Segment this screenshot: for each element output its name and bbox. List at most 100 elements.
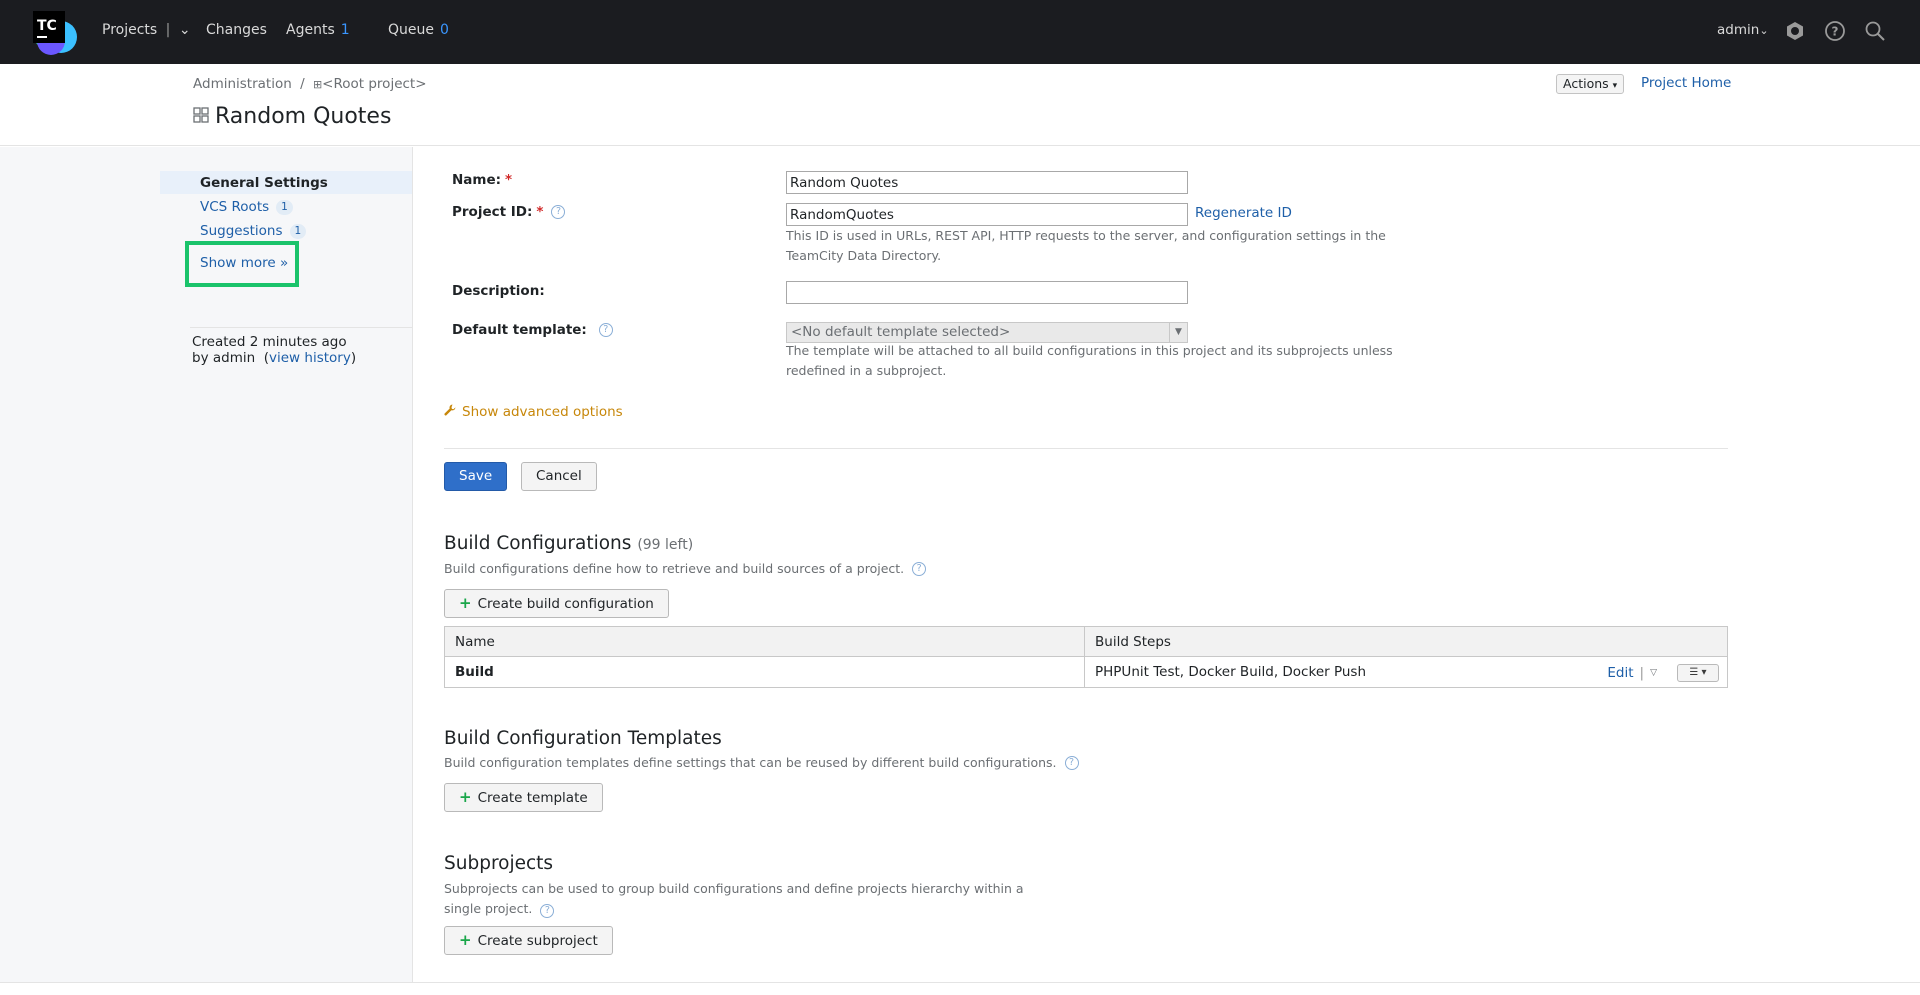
build-steps-cell: PHPUnit Test, Docker Build, Docker Push … — [1084, 656, 1728, 688]
project-id-label-text: Project ID: — [452, 204, 533, 220]
create-build-configuration-button[interactable]: + Create build configuration — [444, 589, 669, 618]
subprojects-description: Subprojects can be used to group build c… — [444, 879, 1044, 919]
build-steps-text: PHPUnit Test, Docker Build, Docker Push — [1095, 664, 1367, 680]
vcs-roots-count-badge: 1 — [276, 199, 293, 215]
caret-down-icon: ▾ — [1612, 81, 1618, 91]
build-configurations-table: Name Build Steps Build PHPUnit Test, Doc… — [444, 626, 1728, 688]
chevron-down-icon: ⌄ — [1759, 24, 1769, 37]
user-menu[interactable]: admin⌄ — [1717, 22, 1769, 38]
nav-changes[interactable]: Changes — [206, 22, 267, 38]
description-label: Description: — [452, 283, 545, 299]
column-header-build-steps: Build Steps — [1084, 626, 1728, 657]
nav-queue[interactable]: Queue 0 — [388, 22, 449, 38]
top-navigation-bar: TC Projects | ⌄ Changes Agents 1 Queue 0 a… — [0, 0, 1920, 64]
administration-gear-icon[interactable] — [1784, 20, 1806, 42]
chevron-down-icon[interactable]: ⌄ — [179, 22, 191, 38]
templates-desc-text: Build configuration templates define set… — [444, 755, 1057, 770]
suggestions-count-badge: 1 — [289, 223, 307, 239]
separator: | — [1639, 665, 1645, 681]
create-template-label: Create template — [477, 790, 588, 806]
default-template-hint: The template will be attached to all bui… — [786, 343, 1393, 378]
sidebar-item-general-settings[interactable]: General Settings — [200, 175, 328, 191]
project-home-link[interactable]: Project Home — [1641, 75, 1731, 91]
description-input[interactable] — [786, 281, 1188, 304]
name-input[interactable] — [786, 171, 1188, 194]
row-actions: Edit | ▽ ☰ ▾ — [1607, 664, 1719, 682]
created-by: by admin — [192, 350, 256, 366]
breadcrumb-separator: / — [300, 76, 305, 92]
list-menu-icon[interactable]: ☰ ▾ — [1677, 664, 1719, 682]
edit-dropdown-icon[interactable]: ▽ — [1650, 668, 1657, 678]
help-icon[interactable]: ? — [912, 561, 927, 576]
default-template-select[interactable]: <No default template selected> ▼ — [786, 322, 1188, 343]
project-grid-icon — [193, 104, 209, 129]
build-configurations-title-text: Build Configurations — [444, 533, 632, 554]
build-config-name[interactable]: Build — [444, 656, 1085, 688]
help-icon[interactable]: ? — [540, 904, 555, 918]
table-header-row: Name Build Steps — [444, 626, 1728, 657]
regenerate-id-link[interactable]: Regenerate ID — [1195, 205, 1292, 221]
plus-icon: + — [459, 931, 472, 949]
nav-projects[interactable]: Projects | ⌄ — [102, 22, 191, 38]
sidebar-item-suggestions[interactable]: Suggestions 1 — [200, 223, 307, 239]
dropdown-arrow-icon: ▼ — [1169, 323, 1187, 342]
sidebar-show-more-link[interactable]: Show more » — [200, 255, 288, 271]
templates-description: Build configuration templates define set… — [444, 755, 1079, 770]
actions-label: Actions — [1563, 76, 1609, 91]
sidebar-item-vcs-roots[interactable]: VCS Roots 1 — [200, 199, 293, 215]
help-icon[interactable]: ? — [1064, 755, 1079, 770]
required-mark: * — [536, 204, 544, 220]
cancel-button[interactable]: Cancel — [521, 462, 597, 491]
plus-icon: + — [459, 788, 472, 806]
show-advanced-options-link[interactable]: Show advanced options — [444, 404, 623, 420]
show-more-label: Show more » — [200, 255, 289, 271]
page-title: Random Quotes — [193, 104, 391, 129]
subprojects-title: Subprojects — [444, 853, 554, 874]
page-title-text: Random Quotes — [215, 104, 392, 129]
svg-text:?: ? — [1832, 25, 1839, 39]
nav-agents[interactable]: Agents 1 — [286, 22, 350, 38]
nav-projects-label: Projects — [102, 22, 158, 38]
required-mark: * — [505, 172, 513, 188]
created-info: Created 2 minutes ago by admin (view his… — [192, 334, 357, 366]
nav-queue-label: Queue — [388, 22, 434, 38]
sidebar-item-label: General Settings — [200, 175, 328, 191]
form-divider — [444, 448, 1728, 449]
wrench-icon — [444, 404, 456, 420]
breadcrumb-root-project[interactable]: <Root project> — [322, 76, 426, 92]
sidebar-divider — [190, 327, 412, 328]
project-id-label: Project ID: *? — [452, 204, 566, 220]
create-template-button[interactable]: + Create template — [444, 783, 603, 812]
build-configurations-description: Build configurations define how to retri… — [444, 561, 927, 576]
build-configurations-left: (99 left) — [637, 537, 694, 553]
name-label-text: Name: — [452, 172, 502, 188]
queue-count: 0 — [440, 22, 449, 38]
sidebar-item-label: VCS Roots — [200, 199, 270, 215]
create-subproject-button[interactable]: + Create subproject — [444, 926, 613, 955]
plus-icon: + — [459, 594, 472, 612]
subprojects-desc-text: Subprojects can be used to group build c… — [444, 881, 1024, 916]
created-time: Created 2 minutes ago — [192, 334, 347, 350]
project-id-input[interactable] — [786, 203, 1188, 226]
sidebar-item-label: Suggestions — [200, 223, 283, 239]
help-icon[interactable]: ? — [1824, 20, 1846, 42]
default-template-label-text: Default template: — [452, 322, 587, 338]
help-icon[interactable]: ? — [598, 323, 613, 337]
view-history-link[interactable]: view history — [269, 350, 351, 366]
help-icon[interactable]: ? — [551, 205, 566, 219]
breadcrumb-administration[interactable]: Administration — [193, 76, 292, 92]
project-grid-icon: ⊞ — [312, 78, 323, 91]
breadcrumb: Administration / ⊞<Root project> — [193, 76, 427, 92]
logo-text: TC — [37, 18, 57, 34]
nav-agents-label: Agents — [286, 22, 335, 38]
search-icon[interactable] — [1864, 20, 1886, 42]
actions-dropdown[interactable]: Actions ▾ — [1556, 74, 1625, 94]
default-template-label: Default template:? — [452, 322, 613, 338]
agents-count: 1 — [340, 22, 350, 38]
build-configurations-title: Build Configurations (99 left) — [444, 533, 693, 554]
templates-title: Build Configuration Templates — [444, 728, 722, 749]
default-template-value: <No default template selected> — [791, 324, 1011, 340]
edit-link[interactable]: Edit — [1607, 665, 1633, 681]
save-button[interactable]: Save — [444, 462, 508, 491]
teamcity-logo[interactable]: TC — [29, 7, 81, 57]
